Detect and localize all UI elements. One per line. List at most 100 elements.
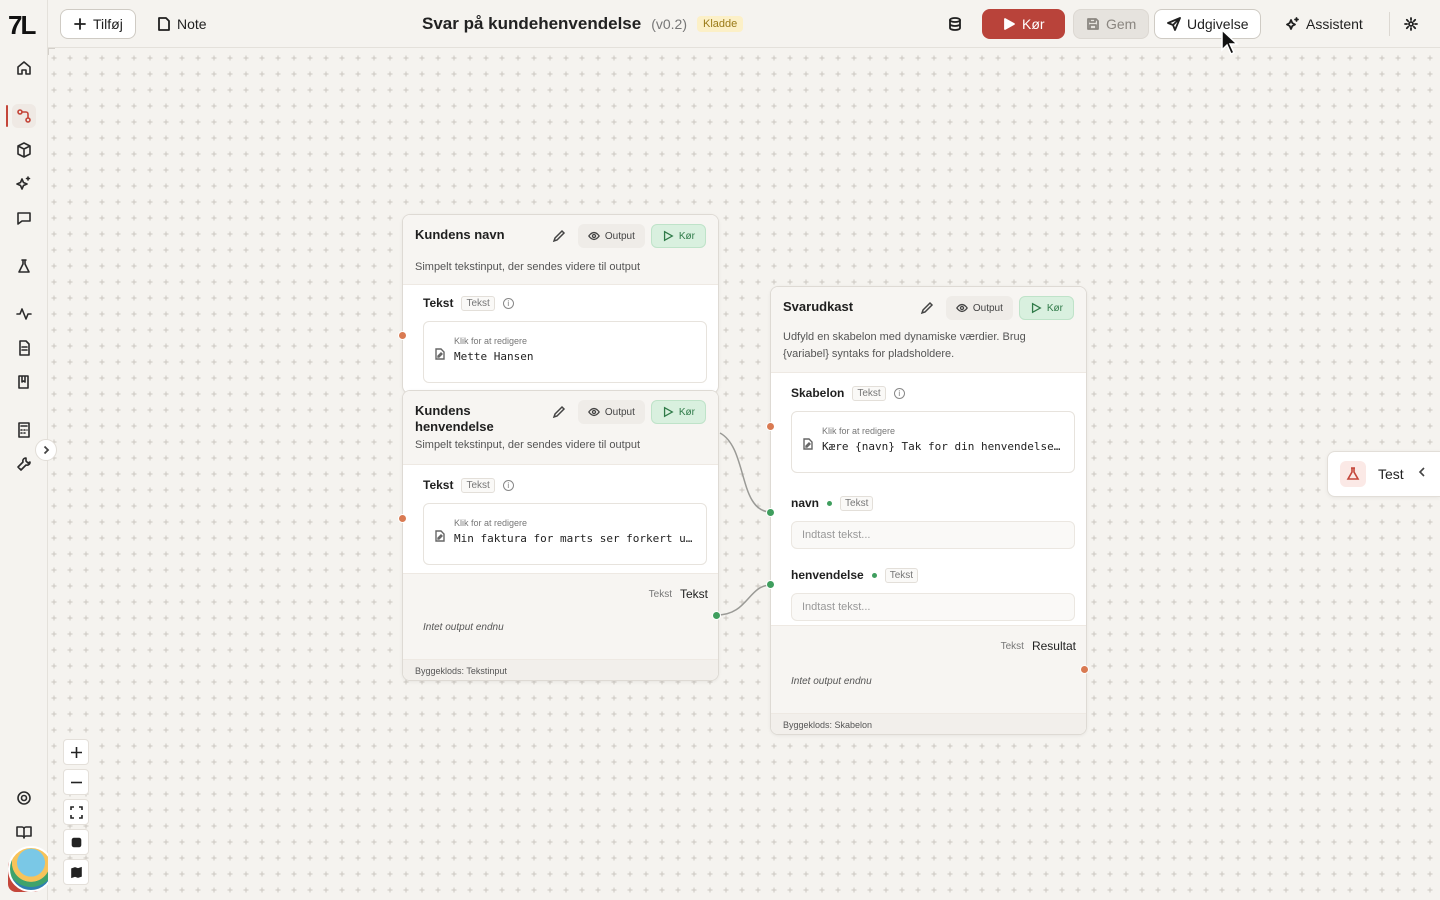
- output-port[interactable]: [712, 611, 721, 620]
- home-icon[interactable]: [12, 56, 36, 80]
- database-button[interactable]: [940, 9, 970, 39]
- template-edit-box[interactable]: Klik for at redigere Kære {navn} Tak for…: [791, 411, 1075, 473]
- eye-icon: [587, 407, 600, 417]
- text-edit-box[interactable]: Klik for at redigere Min faktura for mar…: [423, 503, 707, 565]
- workflow-icon[interactable]: [12, 104, 36, 128]
- field-label: navn: [791, 496, 820, 510]
- template-value: Kære {navn} Tak for din henvendelse…: [822, 440, 1061, 453]
- output-empty-text: Intet output endnu: [791, 676, 872, 687]
- output-label: Output: [604, 230, 635, 242]
- node-run-button[interactable]: Kør: [650, 400, 706, 424]
- assistant-button[interactable]: Assistent: [1274, 9, 1375, 39]
- connection-name-to-navn[interactable]: [719, 432, 772, 513]
- assistant-label: Assistent: [1306, 16, 1363, 32]
- docs-icon[interactable]: [12, 820, 36, 844]
- run-button[interactable]: Kør: [982, 9, 1065, 39]
- calculator-icon[interactable]: [12, 418, 36, 442]
- zoom-in-button[interactable]: [63, 739, 89, 765]
- output-button[interactable]: Output: [577, 224, 645, 248]
- edit-node-button[interactable]: [916, 297, 938, 319]
- navn-input-port[interactable]: [766, 508, 775, 517]
- template-input-port[interactable]: [766, 422, 775, 431]
- type-tag: Tekst: [884, 567, 919, 583]
- add-button[interactable]: Tilføj: [60, 9, 136, 39]
- node-customer-name[interactable]: Kundens navn Simpelt tekstinput, der sen…: [402, 214, 719, 394]
- node-description: Simpelt tekstinput, der sendes videre ti…: [415, 261, 641, 273]
- connected-indicator: [871, 572, 877, 578]
- expand-sidebar-button[interactable]: [35, 439, 57, 461]
- henvendelse-input[interactable]: Indtast tekst...: [791, 593, 1075, 621]
- template-row: Skabelon Tekst i: [771, 383, 1086, 403]
- type-tag: Tekst: [461, 477, 495, 493]
- henvendelse-input-port[interactable]: [766, 580, 775, 589]
- output-button[interactable]: Output: [577, 400, 645, 424]
- node-customer-inquiry[interactable]: Kundens henvendelse Simpelt tekstinput, …: [402, 390, 719, 681]
- node-response-draft[interactable]: Svarudkast Udfyld en skabelon med dynami…: [770, 286, 1087, 735]
- app-logo[interactable]: 7L: [8, 10, 36, 41]
- output-section: Tekst Tekst Intet output endnu: [403, 573, 718, 659]
- workflow-title-group: Svar på kundehenvendelse (v0.2) Kladde: [422, 14, 744, 34]
- navn-input[interactable]: Indtast tekst...: [791, 521, 1075, 549]
- status-badge: Kladde: [697, 16, 744, 32]
- play-icon: [1004, 18, 1015, 30]
- connected-indicator: [827, 500, 833, 506]
- node-run-button[interactable]: Kør: [1018, 296, 1074, 320]
- text-edit-box[interactable]: Klik for at redigere Mette Hansen: [423, 321, 707, 383]
- cube-icon[interactable]: [12, 138, 36, 162]
- variable-row-henvendelse: henvendelse Tekst: [771, 565, 1086, 585]
- workflow-canvas[interactable]: [48, 48, 1440, 900]
- play-icon: [663, 406, 674, 418]
- chevron-right-icon: [43, 445, 50, 455]
- flask-icon: [1340, 461, 1366, 487]
- node-run-button[interactable]: Kør: [650, 224, 706, 248]
- run-label: Kør: [678, 406, 695, 418]
- help-icon[interactable]: [12, 786, 36, 810]
- save-icon: [1087, 18, 1099, 30]
- connection-inquiry-to-henvendelse[interactable]: [716, 584, 772, 616]
- publish-button[interactable]: Udgivelse: [1154, 9, 1262, 39]
- info-icon[interactable]: i: [502, 479, 514, 491]
- minimap-button[interactable]: [63, 859, 89, 885]
- eye-icon: [955, 303, 968, 313]
- activity-icon[interactable]: [12, 302, 36, 326]
- file-edit-icon: [802, 437, 814, 450]
- text-value: Mette Hansen: [454, 350, 534, 363]
- output-button[interactable]: Output: [945, 296, 1013, 320]
- chat-icon[interactable]: [12, 206, 36, 230]
- wrench-icon[interactable]: [12, 452, 36, 476]
- test-panel-toggle[interactable]: Test: [1327, 451, 1440, 497]
- edit-node-button[interactable]: [548, 225, 570, 247]
- note-button[interactable]: Note: [145, 9, 219, 39]
- output-name: Tekst: [679, 587, 708, 601]
- note-icon: [158, 17, 170, 31]
- connection-lines: [716, 432, 772, 616]
- node-description: Simpelt tekstinput, der sendes videre ti…: [415, 439, 641, 451]
- edit-hint: Klik for at redigere: [822, 426, 896, 436]
- type-tag: Tekst: [852, 385, 886, 401]
- chevron-left-icon[interactable]: [1416, 465, 1428, 483]
- book-icon[interactable]: [12, 370, 36, 394]
- sparkles-icon[interactable]: [12, 172, 36, 196]
- output-name: Resultat: [1031, 639, 1076, 653]
- page-title[interactable]: Svar på kundehenvendelse: [422, 14, 641, 34]
- field-row: Tekst Tekst i: [403, 475, 718, 495]
- settings-button[interactable]: [1400, 9, 1422, 39]
- text-value: Min faktura for marts ser forkert u…: [454, 532, 693, 545]
- fit-view-button[interactable]: [63, 799, 89, 825]
- output-header: Tekst Tekst: [403, 584, 718, 604]
- output-type: Tekst: [1000, 640, 1024, 652]
- edit-node-button[interactable]: [548, 401, 570, 423]
- document-icon[interactable]: [12, 336, 36, 360]
- flask-icon[interactable]: [12, 254, 36, 278]
- edit-hint: Klik for at redigere: [454, 336, 528, 346]
- result-output-port[interactable]: [1080, 665, 1089, 674]
- zoom-out-button[interactable]: [63, 769, 89, 795]
- play-icon: [663, 230, 674, 242]
- save-button[interactable]: Gem: [1073, 9, 1150, 39]
- info-icon[interactable]: i: [893, 387, 905, 399]
- lock-view-button[interactable]: [63, 829, 89, 855]
- input-port[interactable]: [398, 331, 407, 340]
- output-label: Output: [972, 302, 1003, 314]
- input-port[interactable]: [398, 514, 407, 523]
- info-icon[interactable]: i: [502, 297, 514, 309]
